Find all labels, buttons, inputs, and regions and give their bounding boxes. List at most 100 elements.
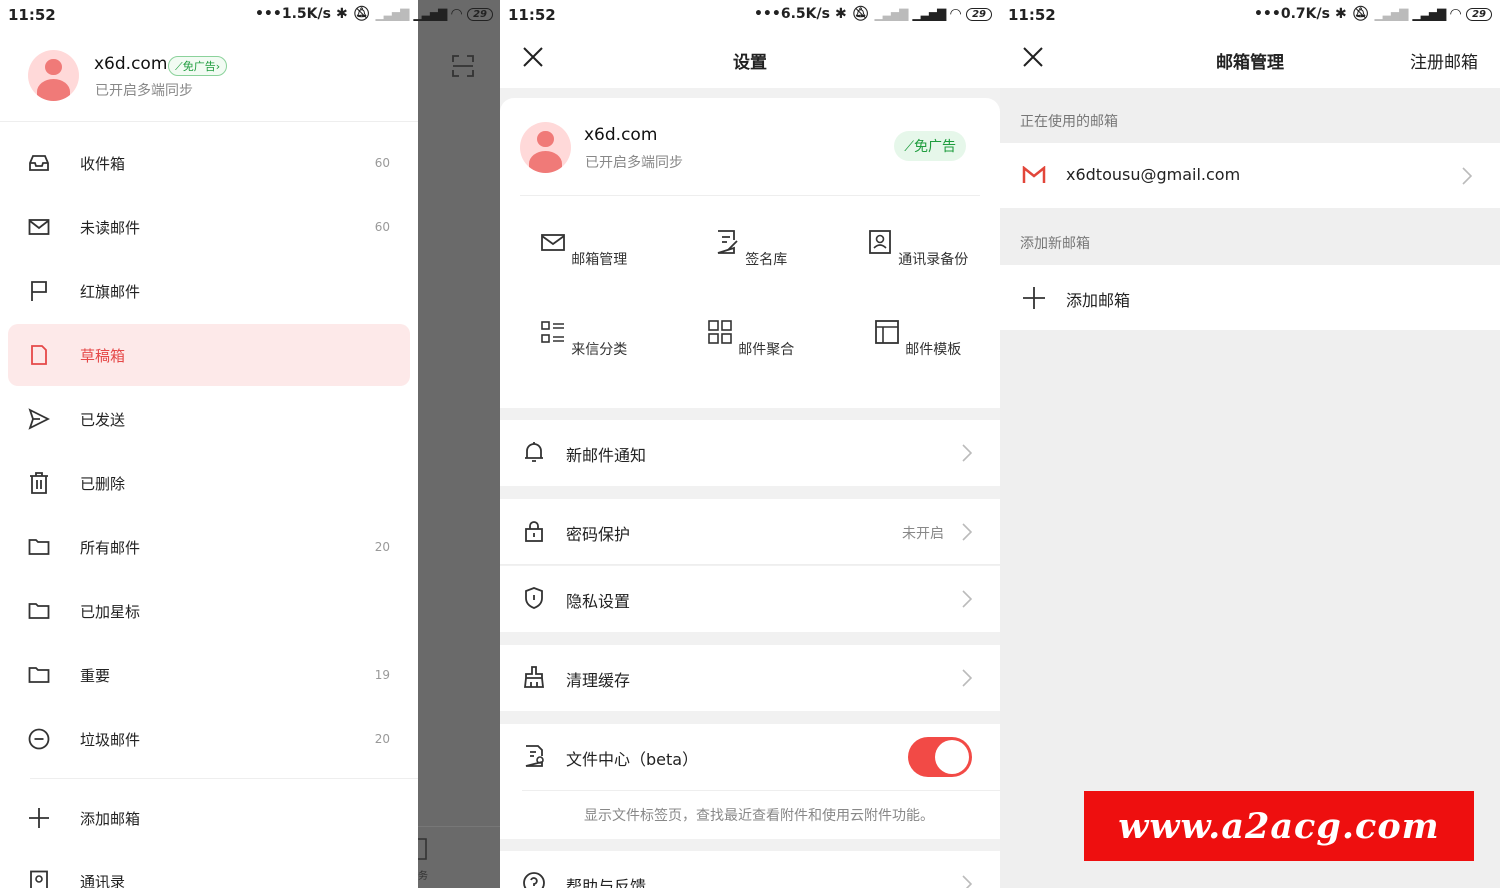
- sync-status: 已开启多端同步: [585, 155, 683, 171]
- grid-item-label: 邮件模板: [905, 342, 962, 358]
- status-indicators: •••6.5K/s ✱ 🔕︎ ▁▃▅▇ ▁▃▅▇ ◠ 29: [754, 6, 992, 22]
- menu-item-all-mail[interactable]: 所有邮件 20: [8, 516, 410, 578]
- battery-icon: 29: [1466, 7, 1492, 21]
- wifi-icon: ◠: [950, 6, 962, 22]
- file-center-toggle[interactable]: [908, 737, 972, 777]
- settings-screen: 11:52 •••6.5K/s ✱ 🔕︎ ▁▃▅▇ ▁▃▅▇ ◠ 29 设置 x…: [500, 0, 1000, 888]
- plus-icon: [28, 807, 50, 829]
- grid-item-mailbox-management[interactable]: 邮箱管理: [523, 228, 643, 269]
- shield-icon: [525, 587, 543, 609]
- menu-item-flagged[interactable]: 红旗邮件: [8, 260, 410, 322]
- grid-item-label: 签名库: [745, 252, 788, 268]
- inbox-icon: [28, 152, 50, 174]
- account-name: x6d.com: [584, 125, 658, 145]
- menu-item-contacts[interactable]: 通讯录: [8, 850, 410, 888]
- status-bar: 11:52 •••1.5K/s ✱ 🔕︎ ▁▃▅▇ ▁▃▅▇ ◠ 29: [0, 0, 493, 30]
- row-label: 清理缓存: [566, 671, 631, 690]
- mailbox-icon: [540, 234, 565, 251]
- menu-item-count: 60: [374, 220, 390, 234]
- ad-free-badge[interactable]: ⟋免广告›: [168, 56, 228, 76]
- ad-free-badge[interactable]: ⟋免广告: [894, 131, 966, 161]
- grid-item-contact-backup[interactable]: 通讯录备份: [857, 228, 977, 269]
- mute-icon: 🔕︎: [1351, 6, 1370, 22]
- avatar[interactable]: [28, 50, 79, 101]
- menu-item-label: 收件箱: [80, 154, 126, 173]
- divider: [522, 790, 1000, 791]
- sync-status: 已开启多端同步: [95, 83, 193, 99]
- menu-item-label: 未读邮件: [80, 218, 141, 237]
- lock-icon: [525, 521, 543, 542]
- contact-backup-icon: [868, 230, 891, 254]
- send-icon: [28, 408, 50, 430]
- toggle-knob: [935, 740, 969, 774]
- menu-item-add-mailbox[interactable]: 添加邮箱: [8, 787, 410, 849]
- grid-item-signatures[interactable]: 签名库: [690, 228, 810, 269]
- menu-item-unread[interactable]: 未读邮件 60: [8, 196, 410, 258]
- menu-item-important[interactable]: 重要 19: [8, 644, 410, 706]
- chevron-right-icon: [962, 444, 972, 462]
- grid-item-label: 通讯录备份: [898, 252, 969, 268]
- menu-item-starred[interactable]: 已加星标: [8, 580, 410, 642]
- menu-item-sent[interactable]: 已发送: [8, 388, 410, 450]
- grid-item-mail-aggregation[interactable]: 邮件聚合: [690, 318, 810, 359]
- grid-item-mail-categories[interactable]: 来信分类: [523, 318, 643, 359]
- menu-item-spam[interactable]: 垃圾邮件 20: [8, 708, 410, 770]
- add-mailbox-row[interactable]: 添加邮箱: [1000, 265, 1500, 330]
- account-row[interactable]: x6dtousu@gmail.com: [1000, 143, 1500, 208]
- avatar[interactable]: [520, 122, 571, 173]
- status-bar: 11:52 •••0.7K/s ✱ 🔕︎ ▁▃▅▇ ▁▃▅▇ ◠ 29: [1000, 0, 1500, 30]
- grid-item-mail-templates[interactable]: 邮件模板: [857, 318, 977, 359]
- row-clear-cache[interactable]: 清理缓存: [500, 645, 1000, 711]
- battery-icon: 29: [966, 7, 992, 21]
- signature-icon: [717, 230, 738, 254]
- menu-item-label: 重要: [80, 666, 111, 685]
- signal-icon: ▁▃▅▇: [874, 7, 908, 21]
- section-in-use: 正在使用的邮箱: [1020, 114, 1118, 130]
- network-speed: •••6.5K/s: [753, 6, 830, 22]
- leaf-icon: ⟋: [904, 139, 914, 155]
- menu-item-deleted[interactable]: 已删除: [8, 452, 410, 514]
- signal-icon: ▁▃▅▇: [413, 7, 447, 21]
- network-speed: •••1.5K/s: [254, 6, 331, 22]
- signal-icon: ▁▃▅▇: [375, 7, 409, 21]
- register-mailbox-button[interactable]: 注册邮箱: [1410, 48, 1478, 73]
- row-password-protection[interactable]: 密码保护 未开启: [500, 499, 1000, 565]
- navigation-drawer: 11:52 •••1.5K/s ✱ 🔕︎ ▁▃▅▇ ▁▃▅▇ ◠ 29 x6d.…: [0, 0, 493, 888]
- chevron-right-icon: [962, 590, 972, 608]
- row-privacy-settings[interactable]: 隐私设置: [500, 566, 1000, 632]
- row-value: 未开启: [902, 526, 944, 542]
- gmail-icon: [1022, 166, 1046, 183]
- menu-item-drafts[interactable]: 草稿箱: [8, 324, 410, 386]
- row-label: 文件中心（beta）: [566, 750, 699, 769]
- menu-item-label: 垃圾邮件: [80, 730, 141, 749]
- network-speed: •••0.7K/s: [1253, 6, 1330, 22]
- broom-icon: [523, 666, 545, 688]
- chevron-right-icon: [1462, 167, 1472, 185]
- divider: [520, 195, 980, 196]
- chevron-right-icon: [962, 523, 972, 541]
- mute-icon: 🔕︎: [851, 6, 870, 22]
- plus-icon: [1023, 287, 1045, 309]
- bell-icon: [525, 442, 543, 462]
- drawer-screen: 11:52 •••1.5K/s ✱ 🔕︎ ▁▃▅▇ ▁▃▅▇ ◠ 29 x6d.…: [0, 0, 500, 888]
- signal-icon: ▁▃▅▇: [912, 7, 946, 21]
- menu-item-label: 已删除: [80, 474, 126, 493]
- folder-icon: [28, 536, 50, 558]
- menu-item-inbox[interactable]: 收件箱 60: [8, 132, 410, 194]
- page-title: 设置: [733, 53, 767, 73]
- row-help-feedback[interactable]: 帮助与反馈: [500, 851, 1000, 888]
- settings-header: 设置: [500, 30, 1000, 88]
- menu-item-count: 19: [374, 668, 390, 682]
- row-label: 密码保护: [566, 525, 631, 544]
- help-icon: [523, 872, 545, 888]
- profile-header[interactable]: x6d.com ⟋免广告› 已开启多端同步: [0, 30, 418, 122]
- envelope-icon: [28, 216, 50, 238]
- template-icon: [874, 320, 899, 344]
- category-icon: [540, 321, 564, 343]
- aggregate-icon: [707, 320, 732, 344]
- menu-item-label: 已加星标: [80, 602, 141, 621]
- row-new-mail-notification[interactable]: 新邮件通知: [500, 420, 1000, 486]
- scan-icon[interactable]: [452, 55, 474, 77]
- add-mailbox-label: 添加邮箱: [1066, 291, 1131, 310]
- flag-icon: [28, 280, 50, 302]
